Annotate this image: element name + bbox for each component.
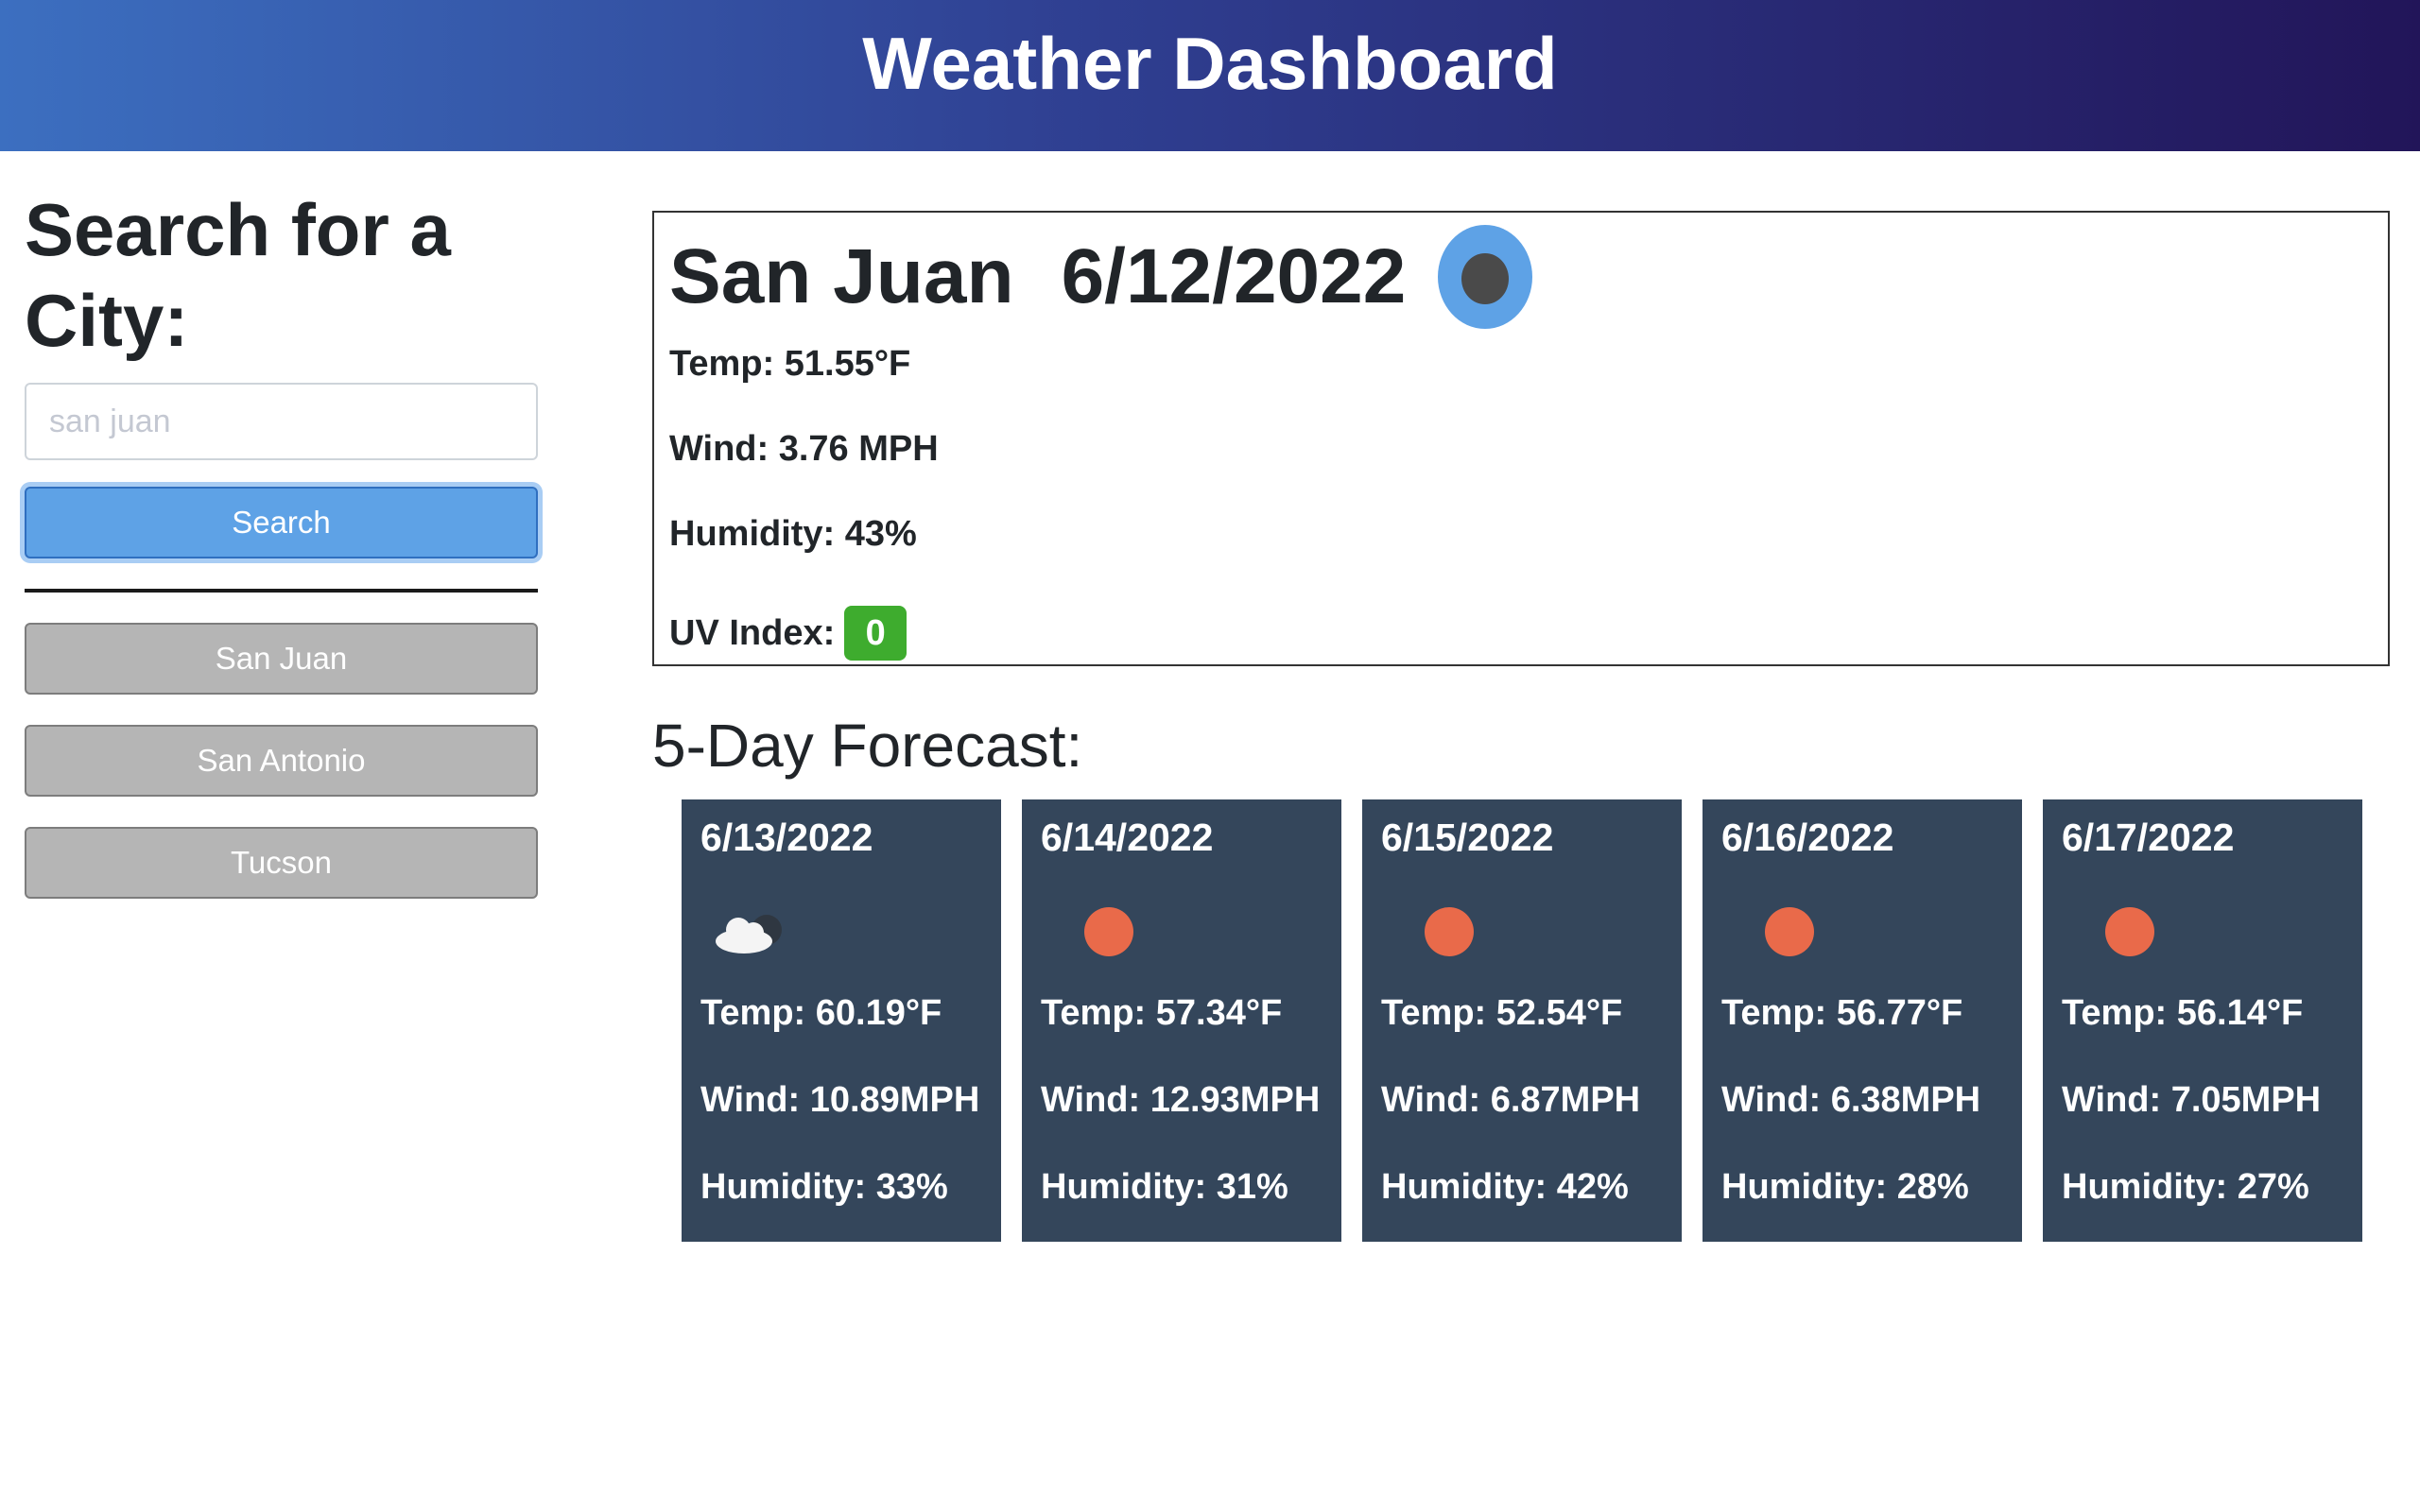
current-weather-card: San Juan 6/12/2022 Temp: 51.55°F Wind: 3… xyxy=(652,211,2390,666)
forecast-date: 6/15/2022 xyxy=(1381,816,1554,859)
sun-icon xyxy=(1381,866,1663,970)
search-sidebar: Search for a City: Search San Juan San A… xyxy=(25,184,539,929)
sidebar-divider xyxy=(25,589,538,593)
forecast-temp: Temp: 57.34°F xyxy=(1041,993,1283,1033)
page-title: Weather Dashboard xyxy=(862,21,1558,105)
weather-icon xyxy=(1438,225,1533,329)
search-heading: Search for a City: xyxy=(25,188,451,362)
forecast-date: 6/17/2022 xyxy=(2062,816,2235,859)
forecast-humidity: Humidity: 42% xyxy=(1381,1167,1629,1207)
sun-icon xyxy=(1041,866,1322,970)
forecast-humidity: Humidity: 33% xyxy=(700,1167,948,1207)
forecast-date: 6/16/2022 xyxy=(1721,816,1894,859)
current-temp: Temp: 51.55°F xyxy=(669,344,911,384)
forecast-temp: Temp: 56.14°F xyxy=(2062,993,2304,1033)
search-button[interactable]: Search xyxy=(25,487,538,558)
forecast-wind: Wind: 7.05MPH xyxy=(2062,1080,2322,1120)
forecast-wind: Wind: 12.93MPH xyxy=(1041,1080,1321,1120)
forecast-humidity: Humidity: 28% xyxy=(1721,1167,1969,1207)
forecast-card: 6/16/2022 Temp: 56.77°F Wind: 6.38MPH Hu… xyxy=(1703,799,2022,1242)
cloud-icon xyxy=(700,866,982,970)
history-button-tucson[interactable]: Tucson xyxy=(25,827,538,899)
forecast-card: 6/14/2022 Temp: 57.34°F Wind: 12.93MPH H… xyxy=(1022,799,1341,1242)
forecast-date: 6/14/2022 xyxy=(1041,816,1214,859)
forecast-temp: Temp: 60.19°F xyxy=(700,993,942,1033)
forecast-card: 6/13/2022 Temp: 60.19°F Wind: 10.89MPH H… xyxy=(682,799,1001,1242)
forecast-heading: 5-Day Forecast: xyxy=(652,712,1083,780)
forecast-wind: Wind: 6.87MPH xyxy=(1381,1080,1641,1120)
forecast-wind: Wind: 10.89MPH xyxy=(700,1080,980,1120)
forecast-cards: 6/13/2022 Temp: 60.19°F Wind: 10.89MPH H… xyxy=(682,799,2362,1242)
forecast-card: 6/17/2022 Temp: 56.14°F Wind: 7.05MPH Hu… xyxy=(2043,799,2362,1242)
current-city-name: San Juan xyxy=(669,233,1014,319)
current-wind: Wind: 3.76 MPH xyxy=(669,429,939,469)
forecast-card: 6/15/2022 Temp: 52.54°F Wind: 6.87MPH Hu… xyxy=(1362,799,1682,1242)
sun-icon xyxy=(1721,866,2003,970)
forecast-temp: Temp: 56.77°F xyxy=(1721,993,1963,1033)
sun-icon xyxy=(2062,866,2343,970)
forecast-humidity: Humidity: 27% xyxy=(2062,1167,2309,1207)
forecast-wind: Wind: 6.38MPH xyxy=(1721,1080,1981,1120)
history-button-san-antonio[interactable]: San Antonio xyxy=(25,725,538,797)
current-uv-row: UV Index: 0 xyxy=(669,591,2373,676)
forecast-date: 6/13/2022 xyxy=(700,816,873,859)
forecast-humidity: Humidity: 31% xyxy=(1041,1167,1288,1207)
city-search-input[interactable] xyxy=(25,383,538,460)
uv-index-badge: 0 xyxy=(844,606,908,661)
current-weather-heading: San Juan 6/12/2022 xyxy=(669,218,2373,335)
search-history-list: San Juan San Antonio Tucson xyxy=(25,623,539,899)
uv-index-label: UV Index: xyxy=(669,613,836,653)
forecast-temp: Temp: 52.54°F xyxy=(1381,993,1623,1033)
app-header: Weather Dashboard xyxy=(0,0,2420,151)
current-date: 6/12/2022 xyxy=(1061,233,1407,319)
history-button-san-juan[interactable]: San Juan xyxy=(25,623,538,695)
current-humidity: Humidity: 43% xyxy=(669,514,917,554)
